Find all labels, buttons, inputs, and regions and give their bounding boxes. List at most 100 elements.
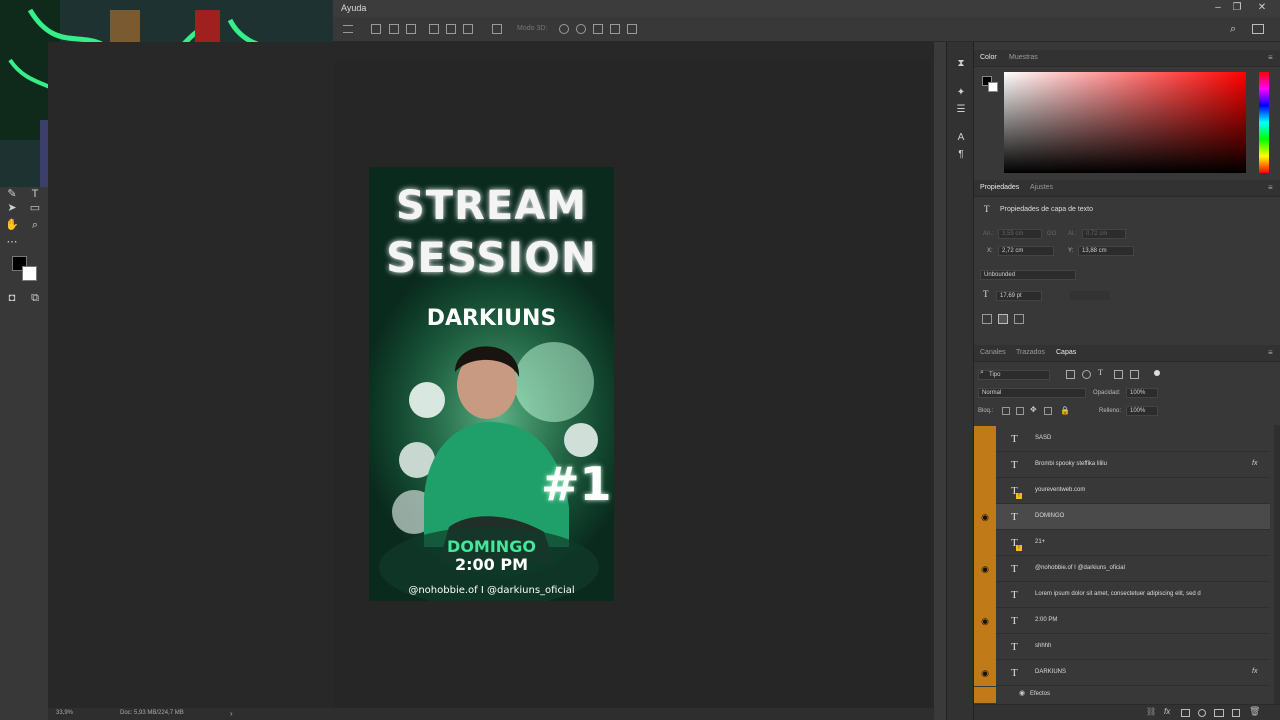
rectangle-tool-icon[interactable]: ▭ [28, 201, 42, 215]
quick-mask-icon[interactable]: ◘ [5, 291, 19, 305]
distribute-icon[interactable] [343, 25, 353, 33]
path-select-tool-icon[interactable]: ➤ [5, 201, 19, 215]
eye-icon[interactable]: ◉ [974, 608, 996, 634]
layer-row[interactable]: ◉ T @nohobbie.of I @darkiuns_oficial [974, 556, 1270, 582]
screen-mode-icon[interactable]: ⧉ [28, 291, 42, 305]
layers-list[interactable]: T SASD T Brombi spooky steffika lililu fx T! y… [974, 425, 1274, 707]
fill-field[interactable]: 100% [1126, 406, 1158, 416]
hue-slider[interactable] [1259, 72, 1269, 173]
tab-layers[interactable]: Capas [1056, 349, 1076, 356]
bg-color-chip[interactable] [988, 82, 998, 92]
pen-tool-icon[interactable]: ✎ [5, 187, 19, 201]
layer-row[interactable]: T! 21+ [974, 530, 1270, 556]
x-field[interactable]: 2,72 cm [998, 246, 1054, 256]
leading-field[interactable] [1070, 291, 1110, 300]
poster-artwork[interactable]: STREAM SESSION DARKIUNS #1 DOMINGO 2:00 … [369, 167, 614, 601]
more-tools-icon[interactable]: ⋯ [5, 235, 19, 249]
tab-color[interactable]: Color [980, 54, 997, 61]
new-group-icon[interactable] [1214, 709, 1224, 717]
zoom-tool-icon[interactable]: ⌕ [28, 218, 42, 232]
filter-smart-object-icon[interactable] [1130, 370, 1139, 379]
fx-icon[interactable]: fx [1164, 707, 1170, 716]
layer-row[interactable]: T! youreventweb.com [974, 478, 1270, 504]
3d-scale-icon[interactable] [627, 24, 637, 34]
canvas-area[interactable]: STREAM SESSION DARKIUNS #1 DOMINGO 2:00 … [48, 42, 934, 708]
3d-roll-icon[interactable] [576, 24, 586, 34]
add-mask-icon[interactable] [1181, 709, 1190, 717]
layer-row[interactable]: T Brombi spooky steffika lililu fx [974, 452, 1270, 478]
eye-icon[interactable]: ◉ [974, 504, 996, 530]
layer-row[interactable]: Tshhhh [974, 634, 1270, 660]
y-field[interactable]: 13,88 cm [1078, 246, 1134, 256]
eye-icon[interactable]: ◉ [974, 556, 996, 582]
eye-icon[interactable] [974, 582, 996, 608]
opacity-field[interactable]: 100% [1126, 388, 1158, 398]
3d-rotate-icon[interactable] [559, 24, 569, 34]
restore-icon[interactable]: ❐ [1230, 1, 1244, 15]
link-dimensions-icon[interactable]: GO [1047, 231, 1056, 237]
tab-adjustments[interactable]: Ajustes [1030, 184, 1053, 191]
width-field[interactable]: 3,59 cm [998, 229, 1042, 239]
align-right-text-icon[interactable] [1014, 314, 1024, 324]
close-icon[interactable]: ✕ [1255, 1, 1269, 15]
align-center-text-icon[interactable] [998, 314, 1008, 324]
align-left-icon[interactable] [371, 24, 381, 34]
new-layer-icon[interactable] [1232, 709, 1240, 717]
align-top-icon[interactable] [429, 24, 439, 34]
eye-icon[interactable] [974, 426, 996, 452]
blend-mode-dropdown[interactable]: Normal [978, 388, 1086, 398]
distribute-spacing-icon[interactable] [492, 24, 502, 34]
filter-toggle-icon[interactable] [1154, 370, 1160, 376]
layer-row[interactable]: T SASD [974, 426, 1270, 452]
zoom-level[interactable]: 33,9% [56, 710, 73, 716]
align-bottom-icon[interactable] [463, 24, 473, 34]
fx-icon[interactable]: fx [1252, 668, 1257, 675]
layer-row[interactable]: T Lorem ipsum dolor sit amet, consectetue… [974, 582, 1270, 608]
3d-slide-icon[interactable] [610, 24, 620, 34]
effects-row[interactable]: ◉ Efectos [974, 687, 1270, 703]
status-menu-arrow[interactable]: › [230, 709, 233, 718]
workspace-icon[interactable] [1252, 24, 1264, 34]
eye-icon[interactable] [974, 478, 996, 504]
font-size-field[interactable]: 17,69 pt [996, 291, 1042, 301]
paragraph-panel-icon[interactable]: ¶ [955, 149, 967, 161]
height-field[interactable]: 0,72 cm [1082, 229, 1126, 239]
lock-all-icon[interactable]: 🔒 [1060, 406, 1070, 415]
eye-icon[interactable]: ◉ [1019, 689, 1025, 697]
hand-tool-icon[interactable]: ✋ [5, 218, 19, 232]
layer-filter-dropdown[interactable]: Tipo [978, 370, 1050, 380]
panel-menu-icon[interactable]: ≡ [1268, 53, 1273, 62]
filter-type-icon[interactable]: T [1098, 368, 1103, 377]
tab-paths[interactable]: Trazados [1016, 349, 1045, 356]
filter-adjustment-icon[interactable] [1082, 370, 1091, 379]
fx-icon[interactable]: fx [1252, 460, 1257, 467]
lock-artboard-icon[interactable] [1044, 407, 1052, 415]
tab-properties[interactable]: Propiedades [980, 184, 1019, 191]
search-icon[interactable]: ⌕ [1230, 23, 1236, 36]
minimize-icon[interactable]: – [1211, 1, 1225, 15]
character-panel-icon[interactable]: A [955, 132, 967, 144]
new-adjustment-icon[interactable] [1198, 709, 1206, 717]
bounding-dropdown[interactable]: Unbounded [980, 270, 1076, 280]
eye-icon[interactable]: ◉ [974, 660, 996, 686]
lock-image-icon[interactable] [1016, 407, 1024, 415]
brush-settings-icon[interactable]: ✦ [955, 87, 967, 99]
eye-icon[interactable] [974, 634, 996, 660]
lock-pixels-icon[interactable] [1002, 407, 1010, 415]
tab-swatches[interactable]: Muestras [1009, 54, 1038, 61]
3d-pan-icon[interactable] [593, 24, 603, 34]
eye-icon[interactable] [974, 452, 996, 478]
filter-pixel-icon[interactable] [1066, 370, 1075, 379]
history-icon[interactable]: ⧗ [955, 58, 967, 70]
layer-row[interactable]: ◉ T DOMINGO [974, 504, 1270, 530]
lock-position-icon[interactable]: ✥ [1030, 405, 1037, 414]
align-left-text-icon[interactable] [982, 314, 992, 324]
panel-menu-icon[interactable]: ≡ [1268, 183, 1273, 192]
layer-row[interactable]: ◉ T DARKIUNS fx [974, 660, 1270, 686]
adjustments-icon[interactable]: ☰ [955, 104, 967, 116]
type-tool-icon[interactable]: T [28, 187, 42, 201]
delete-layer-icon[interactable]: 🗑 [1249, 706, 1260, 717]
align-right-icon[interactable] [406, 24, 416, 34]
background-color-swatch[interactable] [22, 266, 37, 281]
align-middle-icon[interactable] [446, 24, 456, 34]
